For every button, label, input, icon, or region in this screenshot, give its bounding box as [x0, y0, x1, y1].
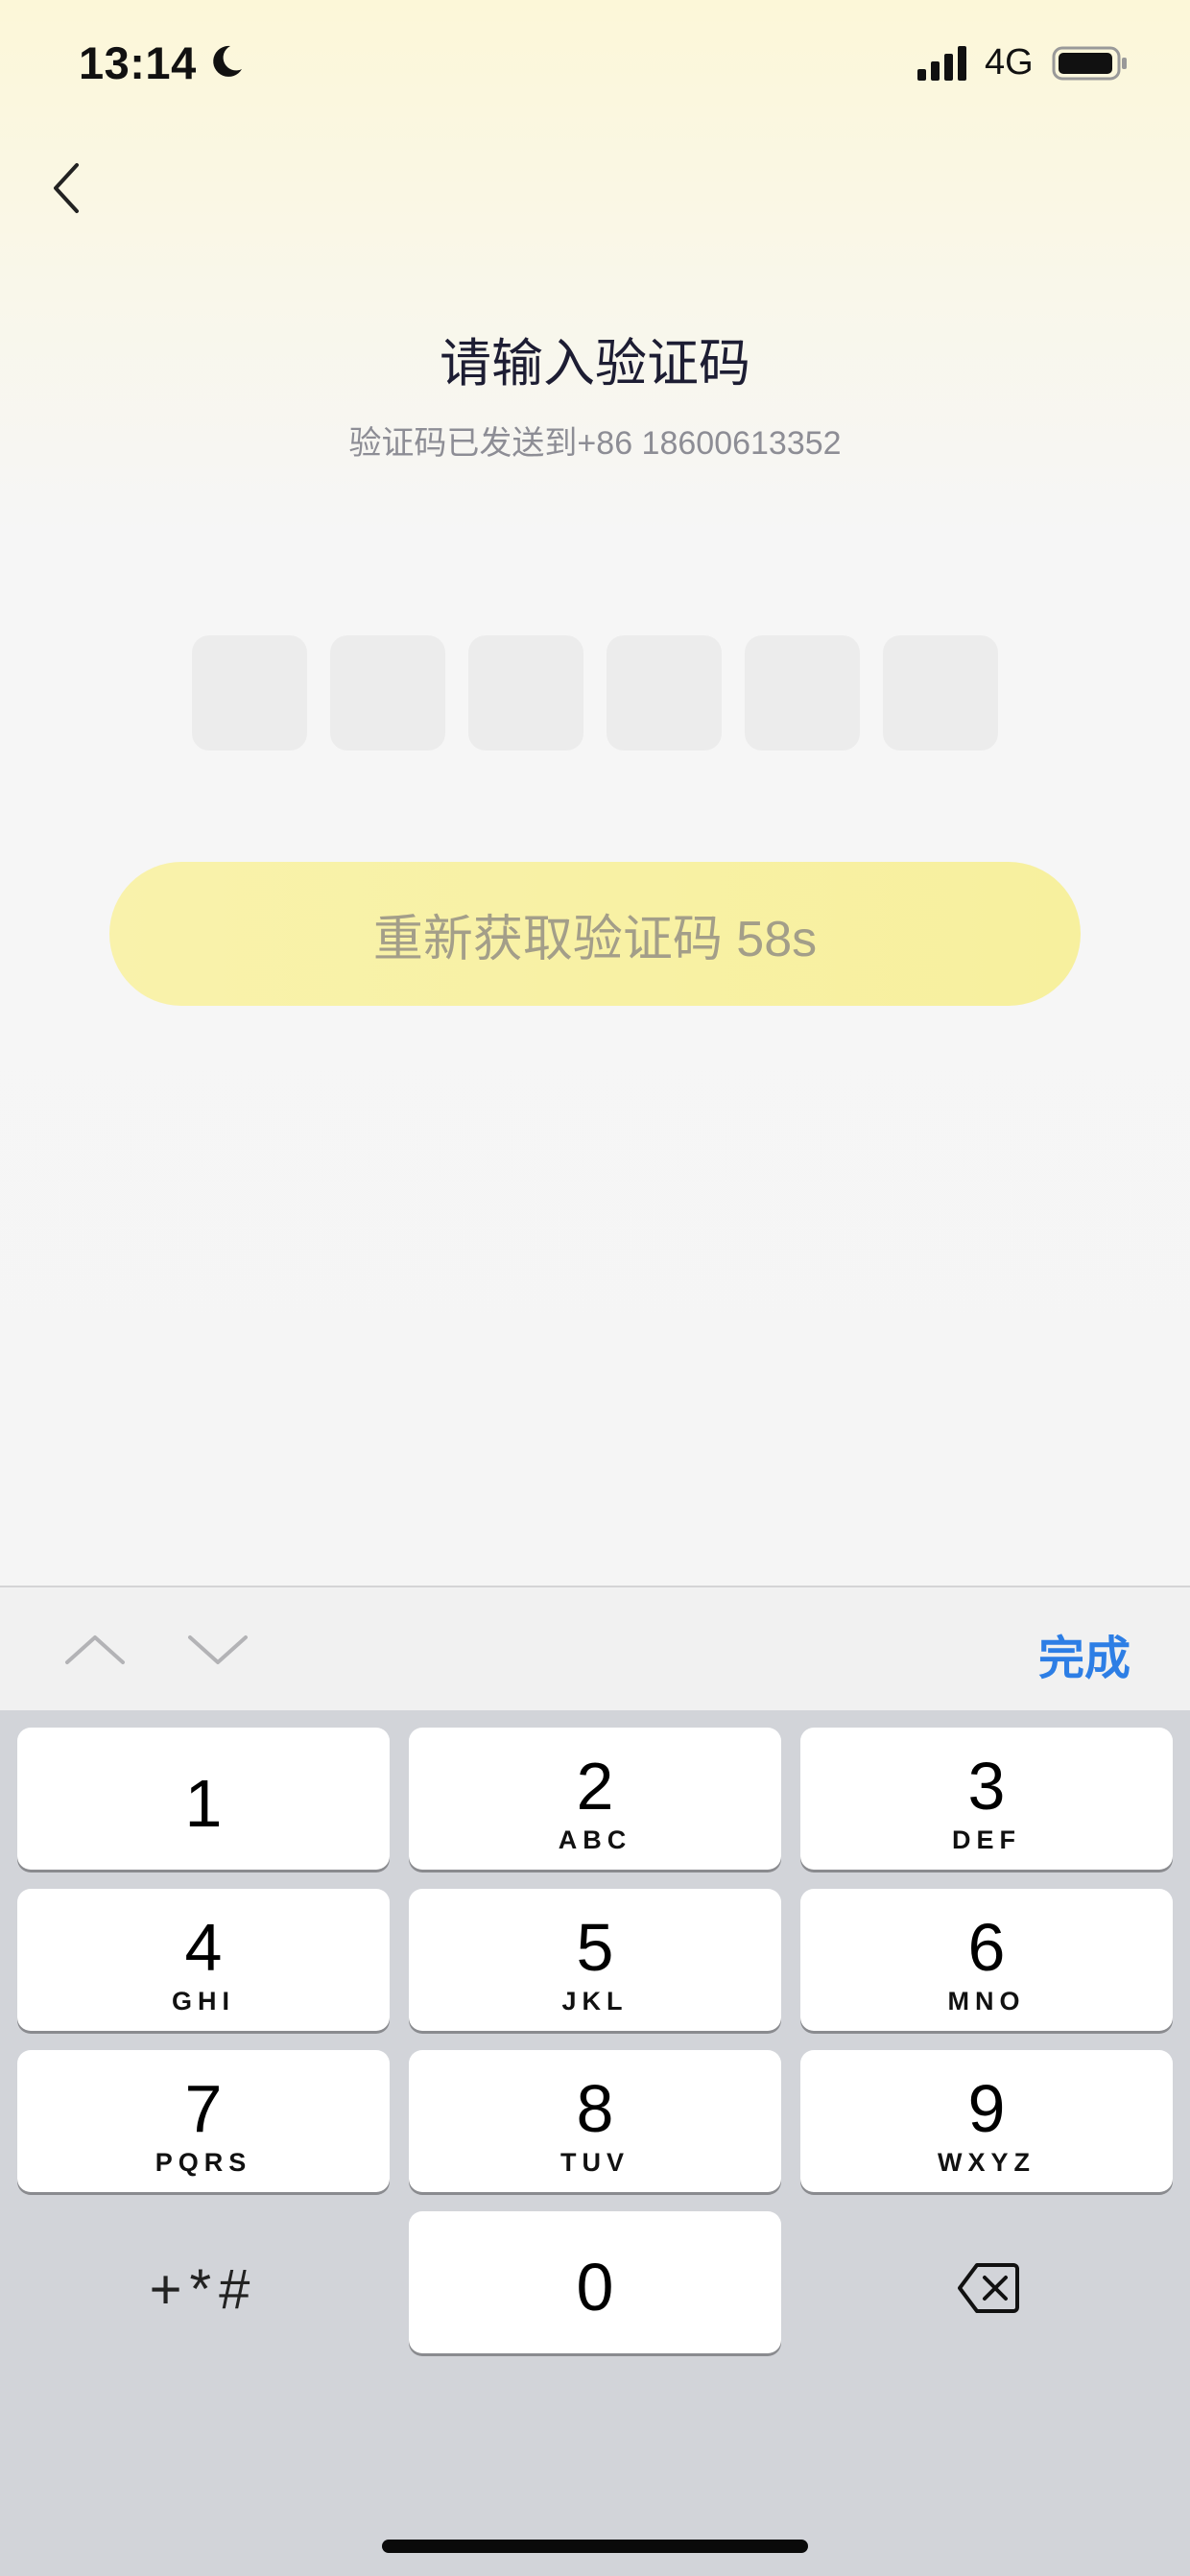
key-number: 5 [576, 1910, 614, 1985]
delete-key[interactable] [800, 2219, 1173, 2361]
status-bar: 13:14 4G [0, 0, 1190, 134]
key-letters: DEF [952, 1825, 1021, 1854]
key-6[interactable]: 6 MNO [800, 1889, 1173, 2031]
key-letters: PQRS [155, 2148, 252, 2177]
back-button[interactable] [44, 159, 92, 217]
done-button[interactable]: 完成 [1038, 1620, 1130, 1687]
key-3[interactable]: 3 DEF [800, 1728, 1173, 1870]
numeric-keypad: 1 2 ABC 3 DEF 4 GHI 5 JKL 6 MNO 7 PQRS 8… [0, 1710, 1190, 2576]
symbols-key[interactable]: +*# [17, 2219, 390, 2361]
key-4[interactable]: 4 GHI [17, 1889, 390, 2031]
status-time: 13:14 [79, 37, 197, 88]
key-letters: ABC [558, 1825, 632, 1854]
battery-icon [1052, 46, 1127, 81]
key-5[interactable]: 5 JKL [409, 1889, 781, 2031]
page-title: 请输入验证码 [440, 335, 750, 393]
chevron-left-icon [54, 163, 79, 213]
code-digit-box[interactable] [883, 635, 998, 751]
key-number: 8 [576, 2071, 614, 2146]
key-number: 7 [184, 2071, 223, 2146]
code-digit-box[interactable] [745, 635, 860, 751]
key-letters: GHI [171, 1987, 235, 2015]
code-digit-box[interactable] [330, 635, 445, 751]
key-8[interactable]: 8 TUV [409, 2050, 781, 2192]
home-indicator [382, 2540, 808, 2553]
key-number: 9 [967, 2071, 1006, 2146]
key-letters: JKL [561, 1987, 629, 2015]
key-number: 3 [967, 1749, 1006, 1824]
key-1[interactable]: 1 [17, 1728, 390, 1870]
key-number: 2 [576, 1749, 614, 1824]
resend-code-button[interactable]: 重新获取验证码 58s [109, 862, 1081, 1006]
page-subtitle: 验证码已发送到+86 18600613352 [348, 425, 842, 462]
moon-icon [213, 45, 242, 77]
key-number: 1 [184, 1766, 223, 1841]
key-number: 6 [967, 1910, 1006, 1985]
network-label: 4G [985, 42, 1034, 83]
code-digit-box[interactable] [468, 635, 583, 751]
backspace-icon [958, 2263, 1019, 2313]
key-7[interactable]: 7 PQRS [17, 2050, 390, 2192]
code-digit-box[interactable] [607, 635, 722, 751]
key-9[interactable]: 9 WXYZ [800, 2050, 1173, 2192]
chevron-up-icon[interactable] [61, 1626, 129, 1674]
verification-code-input[interactable] [192, 635, 998, 751]
key-letters: MNO [947, 1987, 1026, 2015]
key-number: 0 [576, 2250, 614, 2325]
signal-icon [917, 46, 966, 81]
key-2[interactable]: 2 ABC [409, 1728, 781, 1870]
chevron-down-icon[interactable] [184, 1626, 251, 1674]
key-letters: WXYZ [938, 2148, 1035, 2177]
keyboard-toolbar: 完成 [0, 1586, 1190, 1712]
key-0[interactable]: 0 [409, 2211, 781, 2353]
key-number: 4 [184, 1910, 223, 1985]
code-digit-box[interactable] [192, 635, 307, 751]
key-letters: TUV [560, 2148, 630, 2177]
